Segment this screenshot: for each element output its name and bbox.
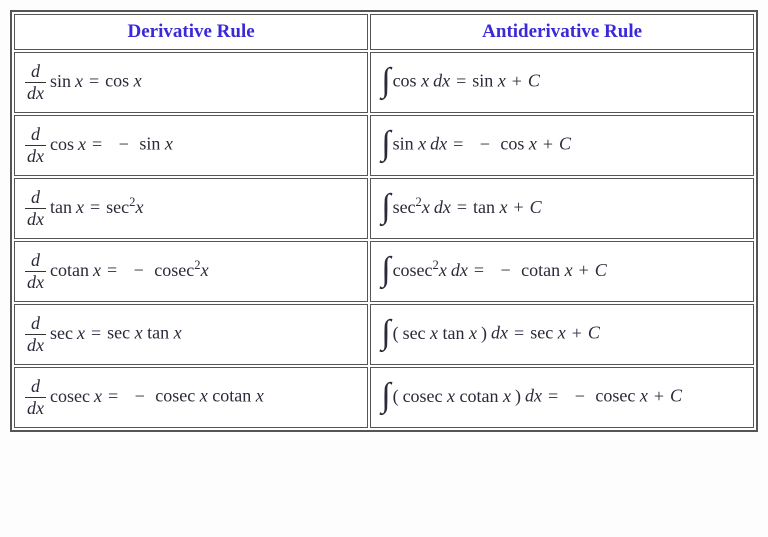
integrand: sec2x — [393, 197, 430, 217]
integral-sign: ∫ — [381, 67, 390, 94]
antiderivative-rhs: tan x — [473, 197, 508, 217]
d-dx-fraction: ddx — [25, 376, 46, 419]
derivative-lhs: cosecx — [50, 386, 102, 406]
d-dx-fraction: ddx — [25, 124, 46, 167]
antiderivative-rhs: sec x — [530, 323, 565, 343]
table-row: ddxcosx= − sin x∫sin xdx= − cos x+C — [14, 115, 754, 176]
antiderivative-cell: ∫cos xdx=sin x+C — [370, 52, 754, 113]
antiderivative-cell: ∫cosec2xdx= − cotan x+C — [370, 241, 754, 302]
derivative-rhs: cosec x cotan x — [155, 386, 263, 406]
table-row: ddxsecx=sec x tan x∫(sec x tan x)dx=sec … — [14, 304, 754, 365]
derivative-cell: ddxtanx=sec2x — [14, 178, 368, 239]
table-row: ddxcotanx= − cosec2x∫cosec2xdx= − cotan … — [14, 241, 754, 302]
derivative-lhs: sinx — [50, 71, 83, 91]
integrand: (sec x tan x) — [393, 323, 487, 343]
derivative-rhs: sec x tan x — [107, 323, 181, 343]
derivative-rhs: cos x — [105, 71, 142, 91]
derivative-lhs: tanx — [50, 197, 84, 217]
antiderivative-rhs: cotan x — [521, 260, 572, 280]
integrand: cosec2x — [393, 260, 447, 280]
antiderivative-cell: ∫(cosec x cotan x)dx= − cosec x+C — [370, 367, 754, 428]
table-row: ddxcosecx= − cosec x cotan x∫(cosec x co… — [14, 367, 754, 428]
rules-table: Derivative Rule Antiderivative Rule ddxs… — [10, 10, 758, 432]
antiderivative-rhs: cosec x — [595, 386, 647, 406]
derivative-cell: ddxcotanx= − cosec2x — [14, 241, 368, 302]
antiderivative-cell: ∫(sec x tan x)dx=sec x+C — [370, 304, 754, 365]
derivative-cell: ddxsinx=cos x — [14, 52, 368, 113]
d-dx-fraction: ddx — [25, 250, 46, 293]
d-dx-fraction: ddx — [25, 187, 46, 230]
derivative-lhs: cotanx — [50, 260, 101, 280]
table-row: ddxtanx=sec2x∫sec2xdx=tan x+C — [14, 178, 754, 239]
antiderivative-rhs: sin x — [472, 71, 506, 91]
derivative-lhs: cosx — [50, 134, 86, 154]
derivative-cell: ddxcosecx= − cosec x cotan x — [14, 367, 368, 428]
antiderivative-rhs: cos x — [500, 134, 537, 154]
d-dx-fraction: ddx — [25, 61, 46, 104]
integral-sign: ∫ — [381, 382, 390, 409]
derivative-cell: ddxcosx= − sin x — [14, 115, 368, 176]
derivative-rhs: cosec2x — [154, 260, 208, 280]
table-row: ddxsinx=cos x∫cos xdx=sin x+C — [14, 52, 754, 113]
derivative-rhs: sec2x — [106, 197, 143, 217]
antiderivative-cell: ∫sec2xdx=tan x+C — [370, 178, 754, 239]
integral-sign: ∫ — [381, 319, 390, 346]
d-dx-fraction: ddx — [25, 313, 46, 356]
integral-sign: ∫ — [381, 193, 390, 220]
integral-sign: ∫ — [381, 130, 390, 157]
integral-sign: ∫ — [381, 256, 390, 283]
derivative-lhs: secx — [50, 323, 85, 343]
header-derivative: Derivative Rule — [14, 14, 368, 50]
integrand: sin x — [393, 134, 427, 154]
integrand: (cosec x cotan x) — [393, 386, 521, 406]
antiderivative-cell: ∫sin xdx= − cos x+C — [370, 115, 754, 176]
integrand: cos x — [393, 71, 430, 91]
header-antiderivative: Antiderivative Rule — [370, 14, 754, 50]
derivative-rhs: sin x — [139, 134, 173, 154]
derivative-cell: ddxsecx=sec x tan x — [14, 304, 368, 365]
